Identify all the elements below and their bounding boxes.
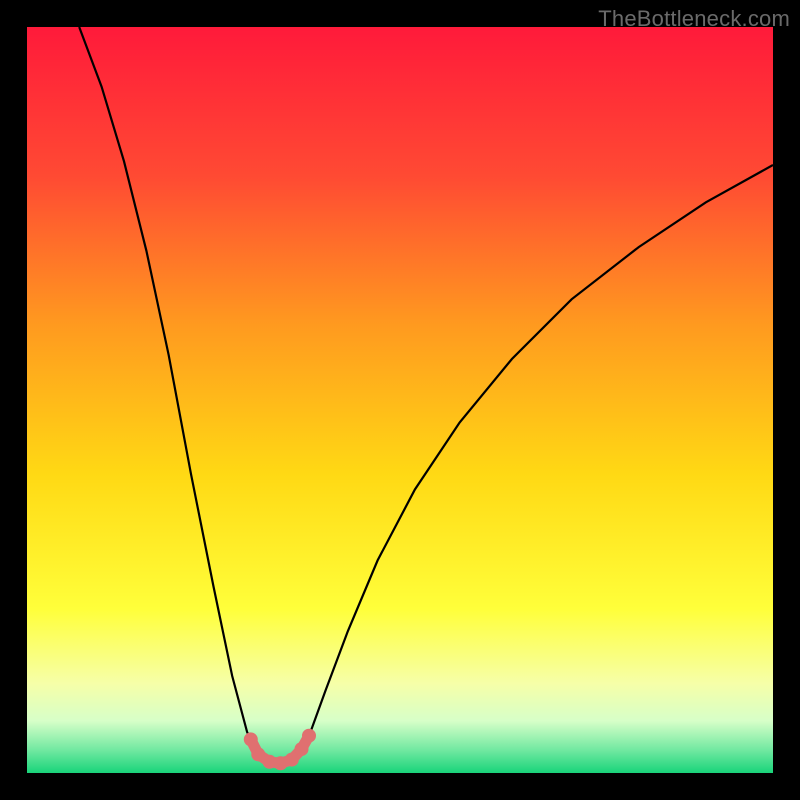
- optimum-marker-dot: [244, 732, 258, 746]
- watermark-text: TheBottleneck.com: [598, 6, 790, 32]
- chart-background-gradient: [27, 27, 773, 773]
- bottleneck-chart: [27, 27, 773, 773]
- optimum-marker-dot: [302, 729, 316, 743]
- optimum-marker-dot: [285, 753, 299, 767]
- chart-plot-area: [27, 27, 773, 773]
- optimum-marker-dot: [295, 742, 309, 756]
